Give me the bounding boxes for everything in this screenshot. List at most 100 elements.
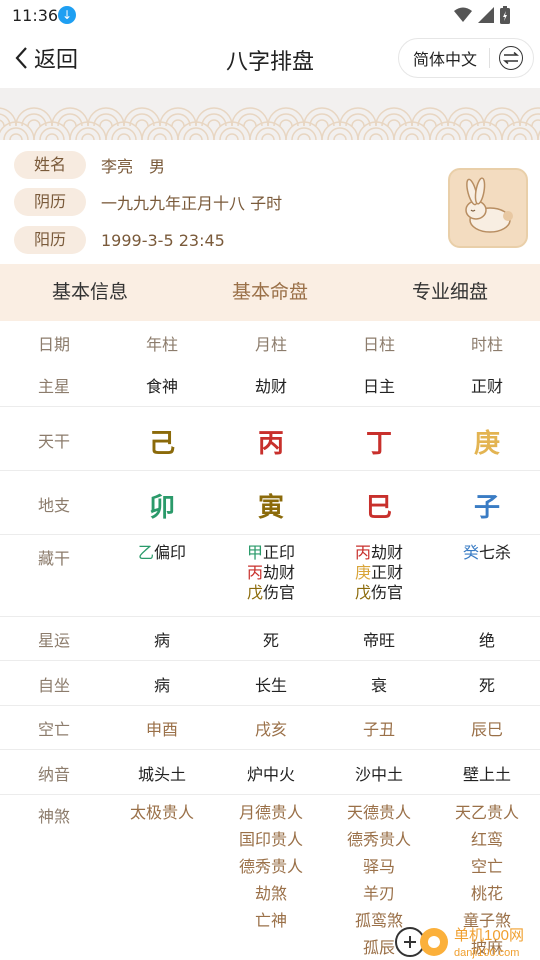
solar-label: 阳历 [14, 226, 86, 254]
header-day: 日柱 [362, 335, 395, 354]
hidden-stem-entry: 戊伤官 [217, 583, 325, 603]
branch-year: 卯 [148, 493, 175, 523]
hidden-stem-entry: 丙劫财 [325, 543, 433, 563]
shensha-item: 空亡 [470, 857, 503, 876]
hidden-stem-char: 甲 [246, 543, 263, 562]
shensha-item: 德秀贵人 [238, 857, 303, 876]
hidden-stem-char: 庚 [354, 563, 371, 582]
table-cell: 城头土 [137, 765, 186, 784]
watermark-logo: 单机100网 danji100.com [392, 918, 540, 960]
shensha-item: 劫煞 [254, 884, 287, 903]
shensha-month: 月德贵人国印贵人德秀贵人劫煞亡神 [217, 799, 325, 934]
back-button[interactable]: 返回 [14, 42, 78, 74]
hidden-stems-year: 乙偏印 [108, 543, 216, 563]
branch-day: 巳 [365, 493, 392, 523]
hidden-stem-god: 偏印 [154, 543, 187, 562]
zodiac-rabbit-avatar [448, 168, 528, 248]
divider [489, 48, 491, 68]
table-header-row: 日期 年柱 月柱 日柱 时柱 [0, 321, 540, 363]
signal-icon [478, 7, 494, 23]
shensha-item: 太极贵人 [129, 803, 194, 822]
chevron-left-icon [15, 47, 27, 69]
hidden-stems-hour: 癸七杀 [433, 543, 540, 563]
row-label: 神煞 [37, 807, 70, 826]
row-label: 主星 [37, 377, 70, 396]
table-cell: 壁上土 [462, 765, 511, 784]
table-cell: 病 [153, 676, 170, 695]
lunar-value: 一九九九年正月十八 子时 [101, 194, 283, 213]
hidden-stem-god: 劫财 [263, 563, 296, 582]
hidden-stem-entry: 庚正财 [325, 563, 433, 583]
hidden-stem-god: 伤官 [263, 583, 296, 602]
shensha-item: 天乙贵人 [454, 803, 519, 822]
header-date: 日期 [37, 335, 70, 354]
hidden-stem-god: 伤官 [371, 583, 404, 602]
shensha-item: 月德贵人 [238, 803, 303, 822]
hidden-stem-entry: 癸七杀 [433, 543, 540, 563]
shensha-item: 驿马 [362, 857, 395, 876]
table-cell: 正财 [470, 377, 503, 396]
table-cell: 日主 [362, 377, 395, 396]
lunar-label: 阴历 [14, 188, 86, 216]
watermark-badge: 单机100网 danji100.com [395, 927, 524, 959]
status-time: 11:36 [12, 6, 59, 25]
row-main-star: 主星 食神 劫财 日主 正财 [0, 363, 540, 407]
stem-month: 丙 [257, 429, 284, 459]
hidden-stem-char: 戊 [246, 583, 263, 602]
table-cell: 食神 [145, 377, 178, 396]
table-cell: 病 [153, 631, 170, 650]
table-cell: 死 [262, 631, 279, 650]
row-earthly-branch: 地支 卯 寅 巳 子 [0, 471, 540, 535]
solar-value: 1999-3-5 23:45 [101, 230, 225, 250]
row-heavenly-stem: 天干 己 丙 丁 庚 [0, 407, 540, 471]
name-label: 姓名 [14, 151, 86, 179]
hidden-stem-entry: 丙劫财 [217, 563, 325, 583]
hidden-stem-entry: 甲正印 [217, 543, 325, 563]
tab-detailed-chart[interactable]: 专业细盘 [360, 264, 540, 321]
table-cell: 绝 [478, 631, 495, 650]
watermark-sub: danji100.com [454, 947, 519, 959]
table-cell: 沙中土 [354, 765, 403, 784]
table-cell: 子丑 [362, 720, 395, 739]
row-label: 天干 [37, 432, 70, 451]
status-bar: 11:36 ↓ [0, 0, 540, 32]
row-nayin: 纳音 城头土 炉中火 沙中土 壁上土 [0, 750, 540, 795]
row-hidden-stems: 藏干 乙偏印 甲正印 丙劫财 戊伤官 丙劫财 庚正财 戊伤官 癸七杀 [0, 535, 540, 617]
table-cell: 炉中火 [246, 765, 295, 784]
bazi-table: 日期 年柱 月柱 日柱 时柱 主星 食神 劫财 日主 正财 天干 己 丙 丁 庚… [0, 321, 540, 960]
tab-bar: 基本信息 基本命盘 专业细盘 [0, 264, 540, 321]
watermark-text: 单机100网 [454, 927, 524, 944]
shensha-item: 天德贵人 [346, 803, 411, 822]
tab-basic-chart[interactable]: 基本命盘 [180, 264, 360, 321]
row-label: 星运 [37, 631, 70, 650]
header-hour: 时柱 [470, 335, 503, 354]
table-cell: 帝旺 [362, 631, 395, 650]
tab-basic-info[interactable]: 基本信息 [0, 264, 180, 321]
table-cell: 劫财 [254, 377, 287, 396]
row-void: 空亡 申酉 戌亥 子丑 辰巳 [0, 706, 540, 750]
switch-icon[interactable] [499, 46, 524, 70]
shensha-item: 桃花 [470, 884, 503, 903]
language-selector[interactable]: 简体中文 [398, 38, 534, 78]
rabbit-icon [465, 177, 513, 233]
table-cell: 死 [478, 676, 495, 695]
row-label: 空亡 [37, 720, 70, 739]
shensha-item: 亡神 [254, 911, 287, 930]
decorative-banner [0, 88, 540, 140]
status-icons [454, 6, 510, 24]
screen: 11:36 ↓ 返回 八字排盘 简体中文 姓名 李亮 男 阴历 一九九九年正月十… [0, 0, 540, 960]
stem-day: 丁 [365, 429, 392, 459]
wave-pattern [0, 107, 540, 140]
hidden-stems-day: 丙劫财 庚正财 戊伤官 [325, 543, 433, 603]
hidden-stem-god: 正印 [263, 543, 296, 562]
hidden-stem-god: 劫财 [371, 543, 404, 562]
branch-hour: 子 [473, 493, 500, 523]
table-cell: 长生 [254, 676, 287, 695]
row-label: 纳音 [37, 765, 70, 784]
download-icon: ↓ [58, 6, 76, 24]
shensha-item: 国印贵人 [238, 830, 303, 849]
shensha-item: 红鸾 [470, 830, 503, 849]
back-label: 返回 [34, 48, 79, 73]
info-row-lunar: 阴历 一九九九年正月十八 子时 [14, 188, 282, 216]
table-cell: 衰 [370, 676, 387, 695]
